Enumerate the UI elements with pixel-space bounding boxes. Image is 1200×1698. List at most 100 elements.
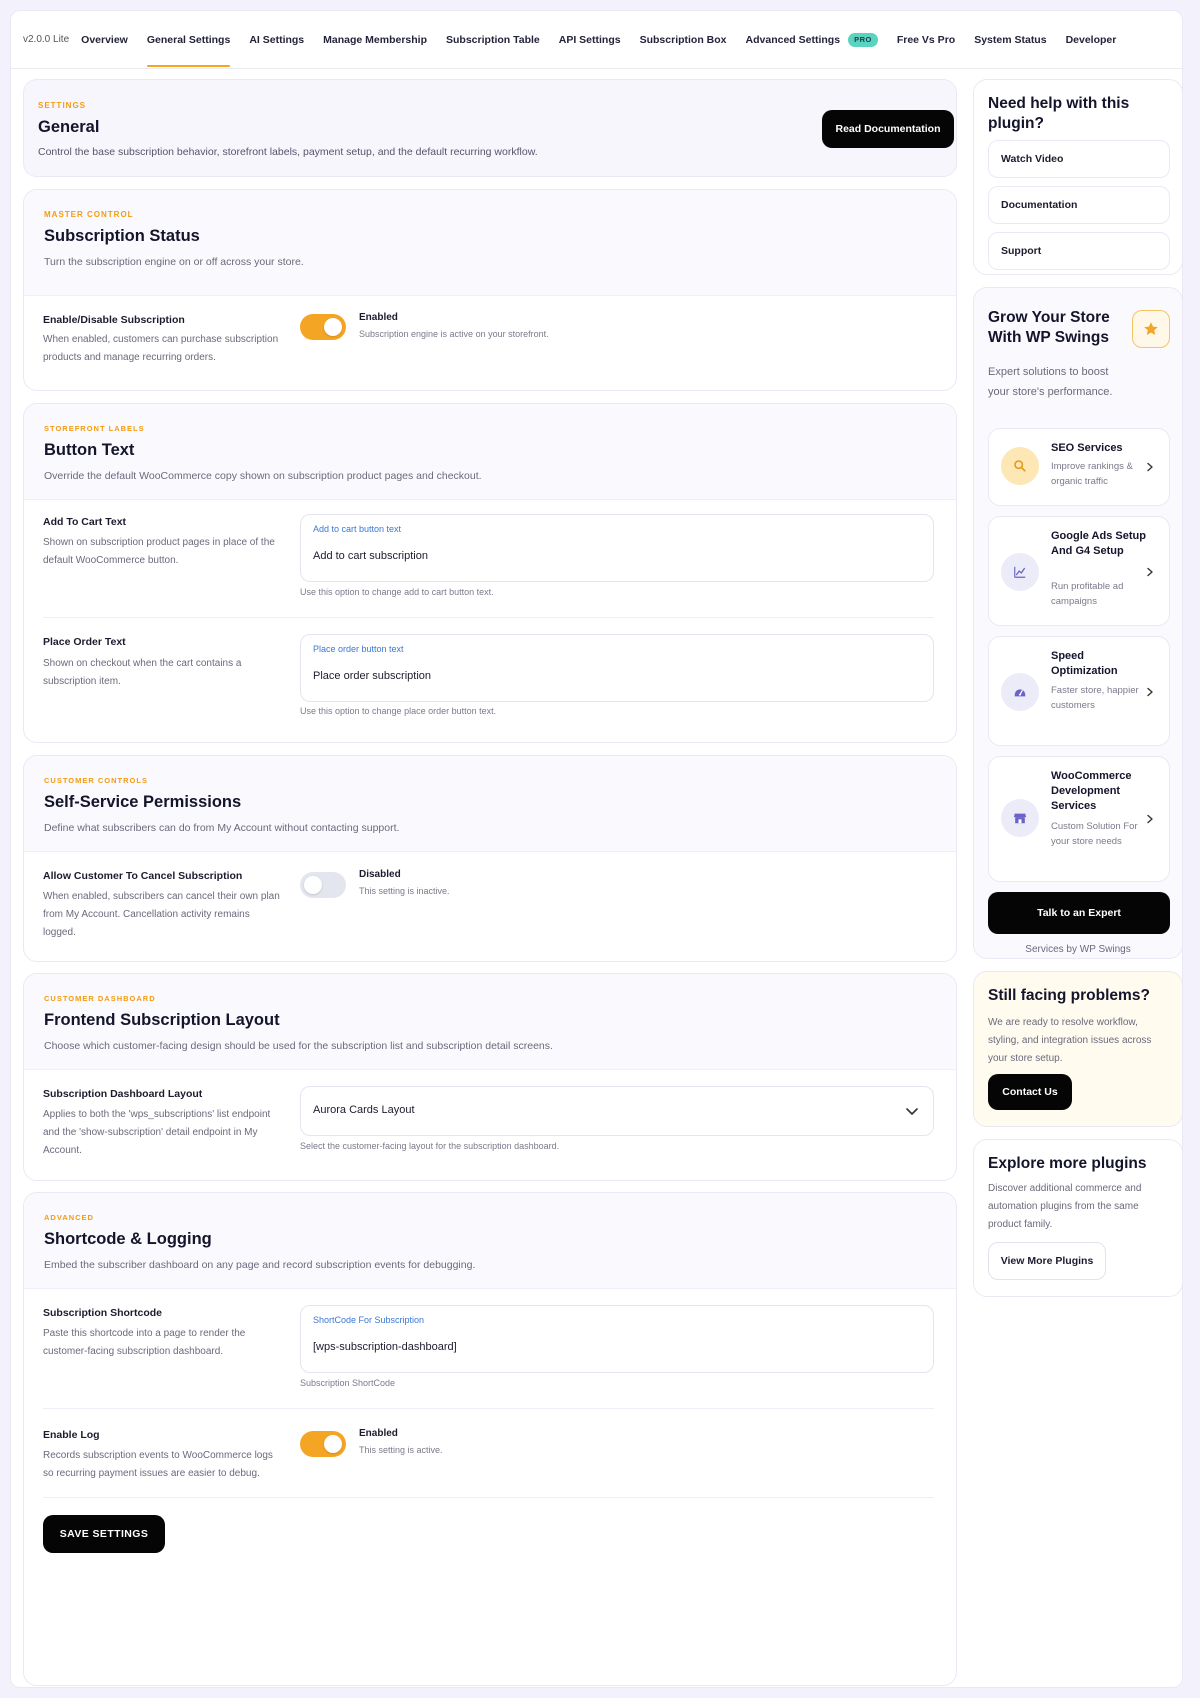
problems-panel: Still facing problems? We are ready to r… <box>973 971 1183 1127</box>
allow-cancel-label: Allow Customer To Cancel Subscription <box>43 870 243 882</box>
add-to-cart-label: Add To Cart Text <box>43 516 127 528</box>
enable-log-label: Enable Log <box>43 1429 100 1441</box>
nav-manage-membership[interactable]: Manage Membership <box>323 11 427 69</box>
button-text-card: STOREFRONT LABELS Button Text Override t… <box>23 403 957 743</box>
add-to-cart-input[interactable]: Add to cart button text Add to cart subs… <box>300 514 934 582</box>
button-text-description: Override the default WooCommerce copy sh… <box>44 470 482 482</box>
enable-log-help: Records subscription events to WooCommer… <box>43 1450 273 1479</box>
add-to-cart-field-value: Add to cart subscription <box>313 550 428 562</box>
dashboard-layout-selected: Aurora Cards Layout <box>313 1104 415 1116</box>
problems-text: We are ready to resolve workflow, stylin… <box>988 1017 1152 1064</box>
grow-title: Grow Your Store With WP Swings <box>988 309 1110 346</box>
explore-text: Discover additional commerce and automat… <box>988 1183 1142 1230</box>
add-to-cart-field-label: Add to cart button text <box>313 524 402 534</box>
place-order-field-label: Place order button text <box>313 644 404 654</box>
permissions-card-head: CUSTOMER CONTROLS Self-Service Permissio… <box>24 756 956 852</box>
shortcode-help: Paste this shortcode into a page to rend… <box>43 1328 246 1357</box>
general-header-card: SETTINGS General Control the base subscr… <box>23 79 957 177</box>
toggle-knob <box>324 1435 342 1453</box>
permissions-card: CUSTOMER CONTROLS Self-Service Permissio… <box>23 755 957 962</box>
shortcode-field-label: ShortCode For Subscription <box>313 1315 425 1325</box>
settings-eyebrow: SETTINGS <box>38 101 87 110</box>
dashboard-layout-select[interactable]: Aurora Cards Layout <box>300 1086 934 1136</box>
toggle-knob <box>324 318 342 336</box>
talk-to-expert-button[interactable]: Talk to an Expert <box>988 892 1170 934</box>
services-footer: Services by WP Swings <box>1025 944 1131 955</box>
watch-video-link[interactable]: Watch Video <box>988 140 1170 178</box>
advanced-title: Shortcode & Logging <box>44 1230 212 1248</box>
nav-free-vs-pro[interactable]: Free Vs Pro <box>897 11 955 69</box>
chevron-right-icon <box>1147 687 1153 697</box>
nav-ai-settings[interactable]: AI Settings <box>249 11 304 69</box>
place-order-label: Place Order Text <box>43 636 126 648</box>
divider <box>43 1408 934 1409</box>
shortcode-input[interactable]: ShortCode For Subscription [wps-subscrip… <box>300 1305 934 1373</box>
page-description: Control the base subscription behavior, … <box>38 146 538 158</box>
enable-subscription-label: Enable/Disable Subscription <box>43 314 185 326</box>
shortcode-field-value: [wps-subscription-dashboard] <box>313 1341 457 1353</box>
chevron-right-icon <box>1147 814 1153 824</box>
divider <box>43 1497 934 1498</box>
button-text-card-head: STOREFRONT LABELS Button Text Override t… <box>24 404 956 500</box>
advanced-card: ADVANCED Shortcode & Logging Embed the s… <box>23 1192 957 1686</box>
version-label: v2.0.0 Lite <box>23 34 70 45</box>
allow-cancel-toggle[interactable] <box>300 872 346 898</box>
add-to-cart-help: Shown on subscription product pages in p… <box>43 537 275 566</box>
place-order-input[interactable]: Place order button text Place order subs… <box>300 634 934 702</box>
nav-subscription-table[interactable]: Subscription Table <box>446 11 540 69</box>
service-speed-desc: Faster store, happier customers <box>1051 685 1139 711</box>
service-seo[interactable]: SEO Services Improve rankings & organic … <box>988 428 1170 506</box>
save-settings-button[interactable]: SAVE SETTINGS <box>43 1515 165 1553</box>
dashboard-layout-help: Applies to both the 'wps_subscriptions' … <box>43 1109 271 1156</box>
nav-subscription-box[interactable]: Subscription Box <box>640 11 727 69</box>
service-woocommerce-dev[interactable]: WooCommerce Development Services Custom … <box>988 756 1170 882</box>
dashboard-layout-note: Select the customer-facing layout for th… <box>300 1141 560 1151</box>
enable-log-state-sub: This setting is active. <box>359 1445 443 1455</box>
permissions-eyebrow: CUSTOMER CONTROLS <box>44 776 148 785</box>
dashboard-layout-label: Subscription Dashboard Layout <box>43 1088 203 1100</box>
star-icon <box>1132 310 1170 348</box>
nav-developer[interactable]: Developer <box>1066 11 1117 69</box>
status-eyebrow: MASTER CONTROL <box>44 210 134 219</box>
nav-api-settings[interactable]: API Settings <box>559 11 621 69</box>
service-woocommerce-dev-desc: Custom Solution For your store needs <box>1051 821 1138 847</box>
nav-system-status[interactable]: System Status <box>974 11 1046 69</box>
enable-log-toggle[interactable] <box>300 1431 346 1457</box>
service-seo-title: SEO Services <box>1051 442 1123 454</box>
layout-card-head: CUSTOMER DASHBOARD Frontend Subscription… <box>24 974 956 1070</box>
shortcode-label: Subscription Shortcode <box>43 1307 163 1319</box>
shortcode-note: Subscription ShortCode <box>300 1378 396 1388</box>
divider <box>43 617 934 618</box>
button-text-eyebrow: STOREFRONT LABELS <box>44 424 145 433</box>
layout-eyebrow: CUSTOMER DASHBOARD <box>44 994 156 1003</box>
service-speed[interactable]: Speed Optimization Faster store, happier… <box>988 636 1170 746</box>
button-text-title: Button Text <box>44 441 135 459</box>
documentation-link[interactable]: Documentation <box>988 186 1170 224</box>
view-more-plugins-button[interactable]: View More Plugins <box>988 1242 1106 1280</box>
place-order-help: Shown on checkout when the cart contains… <box>43 658 242 687</box>
nav-advanced-settings[interactable]: Advanced Settings PRO <box>746 11 878 69</box>
layout-title: Frontend Subscription Layout <box>44 1011 280 1029</box>
service-google-ads[interactable]: Google Ads Setup And G4 Setup Run profit… <box>988 516 1170 626</box>
grow-panel: Grow Your Store With WP Swings Expert so… <box>973 287 1183 959</box>
problems-title: Still facing problems? <box>988 987 1150 1004</box>
permissions-description: Define what subscribers can do from My A… <box>44 822 400 834</box>
support-link[interactable]: Support <box>988 232 1170 270</box>
place-order-field-value: Place order subscription <box>313 670 432 682</box>
nav-overview[interactable]: Overview <box>81 11 128 69</box>
app-frame: v2.0.0 Lite Overview General Settings AI… <box>10 10 1184 1688</box>
pro-badge: PRO <box>848 32 878 47</box>
read-documentation-button[interactable]: Read Documentation <box>822 110 954 148</box>
contact-us-button[interactable]: Contact Us <box>988 1074 1072 1110</box>
chart-icon <box>1001 553 1039 591</box>
chevron-right-icon <box>1147 462 1153 472</box>
gauge-icon <box>1001 673 1039 711</box>
nav-advanced-settings-label: Advanced Settings <box>745 33 841 46</box>
advanced-card-head: ADVANCED Shortcode & Logging Embed the s… <box>24 1193 956 1289</box>
enable-subscription-help: When enabled, customers can purchase sub… <box>43 334 279 363</box>
star-icon-glyph <box>1144 322 1158 335</box>
nav-general-settings[interactable]: General Settings <box>146 11 231 69</box>
help-title: Need help with this plugin? <box>988 95 1130 132</box>
enable-subscription-toggle[interactable] <box>300 314 346 340</box>
store-icon <box>1001 799 1039 837</box>
